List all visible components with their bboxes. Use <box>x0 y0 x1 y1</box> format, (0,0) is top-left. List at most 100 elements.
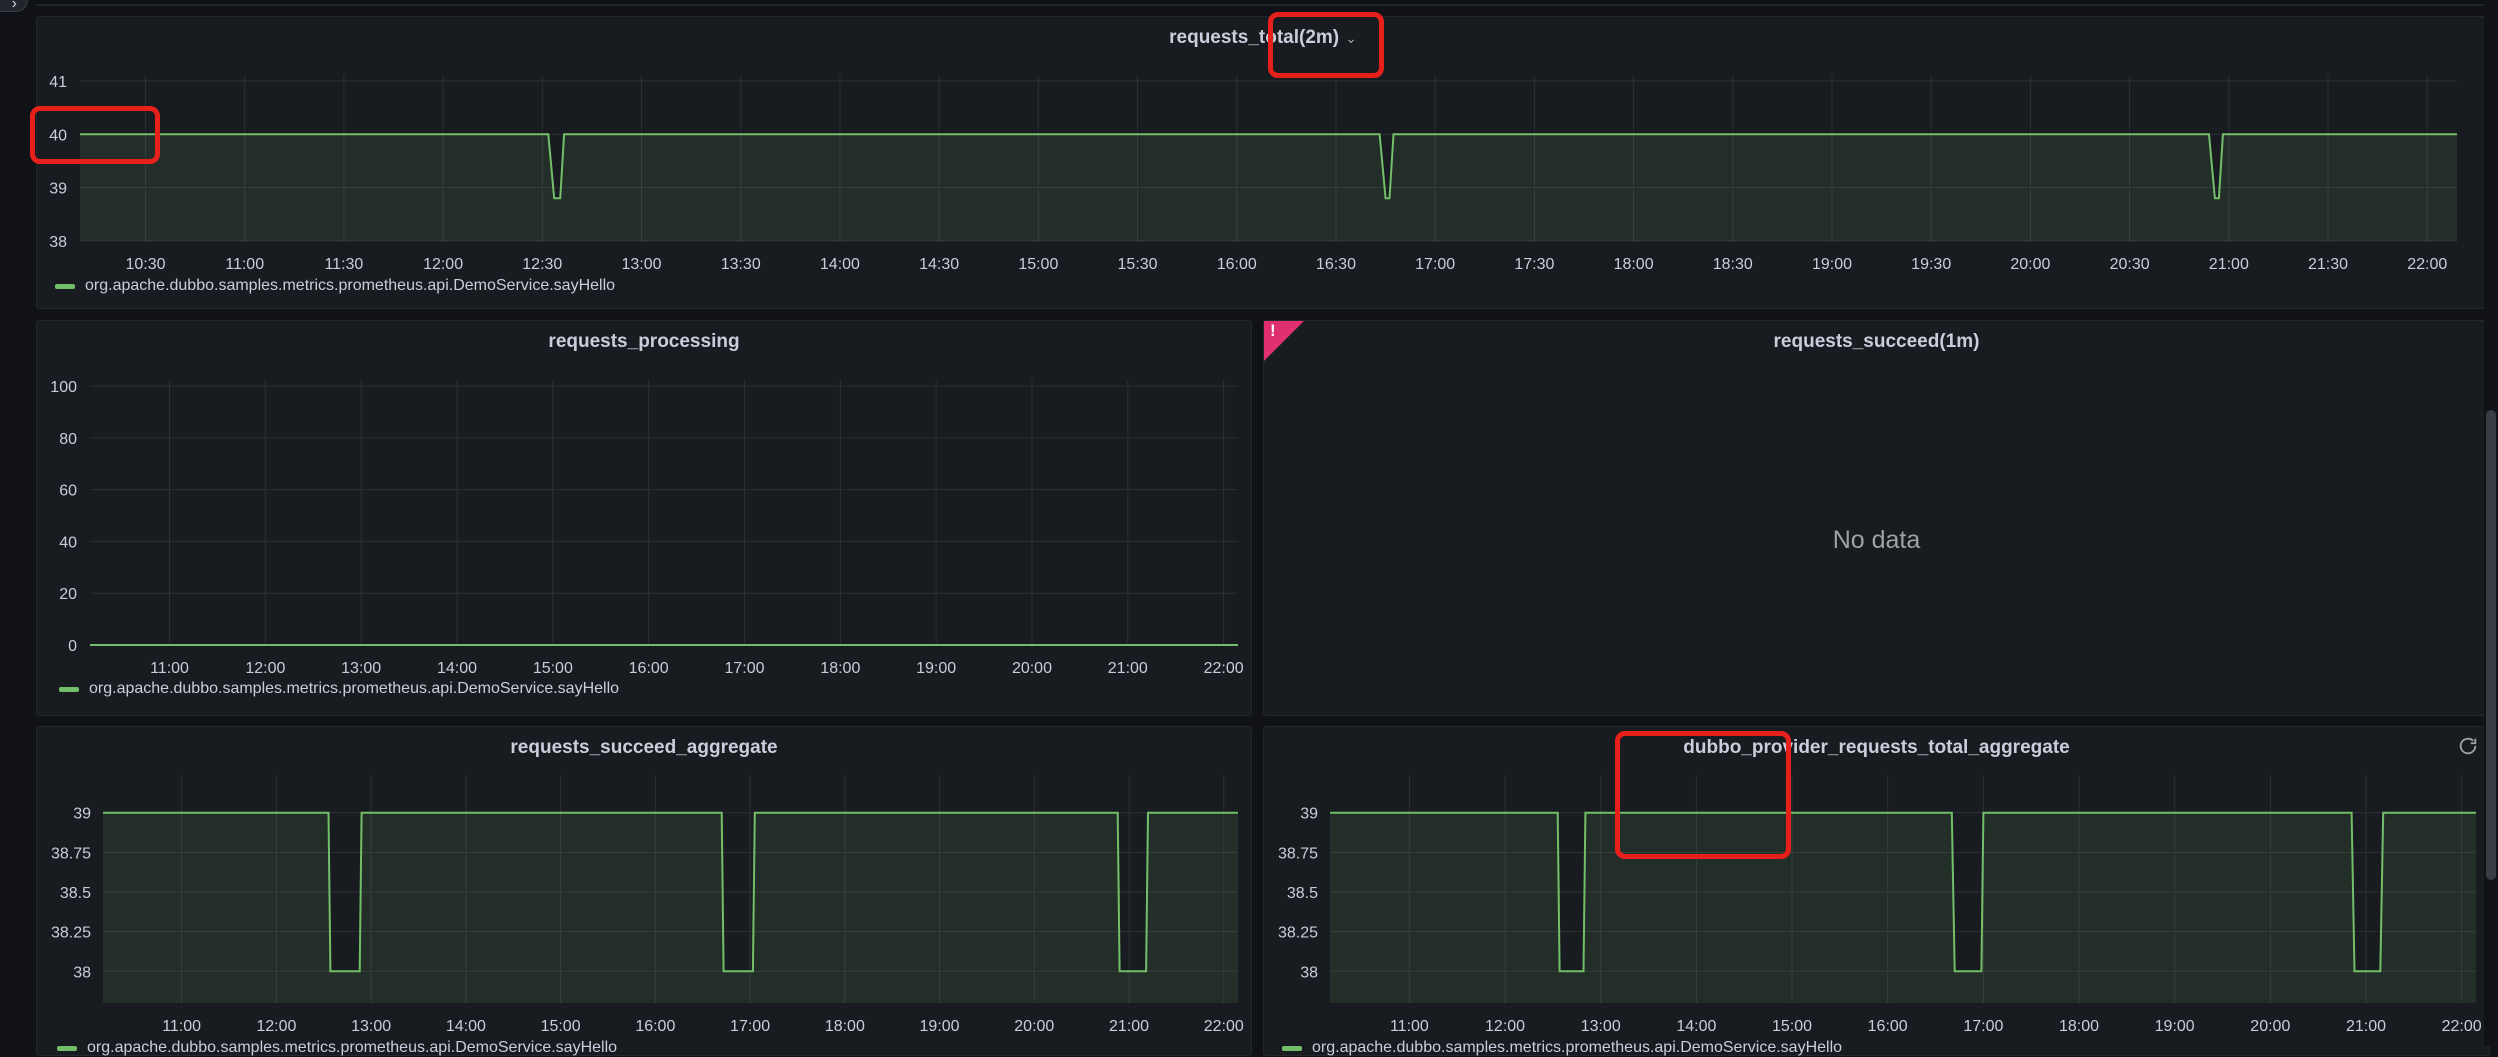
x-tick-label: 19:00 <box>2155 1018 2195 1035</box>
x-tick-label: 16:00 <box>635 1018 675 1035</box>
scrollbar[interactable] <box>2484 0 2498 1046</box>
y-tick-label: 38 <box>1300 964 1318 981</box>
x-tick-label: 16:30 <box>1316 256 1356 273</box>
y-tick-label: 38.25 <box>1278 925 1318 942</box>
y-tick-label: 38 <box>49 234 67 251</box>
y-tick-label: 80 <box>59 431 77 448</box>
panel-requests-succeed-aggregate: requests_succeed_aggregate 39 38.75 38.5 38… <box>36 726 1252 1056</box>
x-tick-label: 20:00 <box>2250 1018 2290 1035</box>
x-tick-label: 19:00 <box>1812 256 1852 273</box>
no-data-message: No data <box>1832 526 1921 554</box>
x-tick-label: 10:30 <box>125 256 165 273</box>
x-tick-label: 21:00 <box>2346 1018 2386 1035</box>
x-tick-label: 22:00 <box>2442 1018 2482 1035</box>
y-tick-label: 38.25 <box>51 925 91 942</box>
x-tick-label: 21:00 <box>2209 256 2249 273</box>
x-tick-label: 17:00 <box>730 1018 770 1035</box>
y-tick-label: 38 <box>73 964 91 981</box>
panel-requests-total: requests_total(2m) ⌄ 41 40 39 38 10:30 11:00 11… <box>36 16 2490 309</box>
x-tick-label: 12:00 <box>256 1018 296 1035</box>
y-tick-label: 38.5 <box>60 885 91 902</box>
scrollbar-thumb[interactable] <box>2486 410 2496 880</box>
x-tick-label: 16:00 <box>629 660 669 677</box>
x-tick-label: 18:00 <box>825 1018 865 1035</box>
y-tick-label: 0 <box>68 638 77 655</box>
y-tick-label: 38.75 <box>1278 845 1318 862</box>
x-tick-label: 17:00 <box>1415 256 1455 273</box>
legend-label: org.apache.dubbo.samples.metrics.prometh… <box>89 680 620 697</box>
y-tick-label: 41 <box>49 74 67 91</box>
legend-label: org.apache.dubbo.samples.metrics.prometh… <box>87 1039 618 1056</box>
x-tick-label: 17:30 <box>1514 256 1554 273</box>
y-tick-label: 39 <box>1300 806 1318 823</box>
y-tick-label: 38.75 <box>51 845 91 862</box>
x-tick-label: 18:00 <box>820 660 860 677</box>
x-tick-label: 21:30 <box>2308 256 2348 273</box>
legend-item[interactable]: org.apache.dubbo.samples.metrics.prometh… <box>57 1039 617 1057</box>
x-tick-label: 17:00 <box>724 660 764 677</box>
sidebar-expand-button[interactable]: › <box>0 0 28 12</box>
x-tick-label: 13:00 <box>351 1018 391 1035</box>
x-tick-label: 20:00 <box>1014 1018 1054 1035</box>
y-tick-label: 100 <box>50 379 77 396</box>
panel-requests-processing: requests_processing 100 80 60 40 20 0 11:00 12:… <box>36 320 1252 716</box>
y-tick-label: 39 <box>49 181 67 198</box>
x-tick-label: 13:30 <box>721 256 761 273</box>
x-tick-label: 19:00 <box>920 1018 960 1035</box>
x-tick-label: 15:30 <box>1118 256 1158 273</box>
legend-label: org.apache.dubbo.samples.metrics.prometh… <box>1312 1039 1843 1056</box>
y-tick-label: 39 <box>73 806 91 823</box>
legend-color-swatch <box>55 283 75 289</box>
legend-label: org.apache.dubbo.samples.metrics.prometh… <box>85 277 616 294</box>
x-tick-label: 19:00 <box>916 660 956 677</box>
x-tick-label: 22:00 <box>2407 256 2447 273</box>
x-tick-label: 11:30 <box>324 256 363 273</box>
legend-color-swatch <box>1282 1045 1302 1051</box>
y-tick-label: 40 <box>59 534 77 551</box>
legend-item[interactable]: org.apache.dubbo.samples.metrics.prometh… <box>55 277 615 295</box>
x-tick-label: 13:00 <box>1581 1018 1621 1035</box>
panel-provider-requests-total-aggregate: dubbo_provider_requests_total_aggregate … <box>1263 726 2490 1056</box>
x-tick-label: 21:00 <box>1108 660 1148 677</box>
chart-requests-processing[interactable]: 100 80 60 40 20 0 11:00 12:00 13:00 14:00 15:00 16:… <box>37 321 1253 717</box>
x-tick-label: 12:00 <box>1485 1018 1525 1035</box>
x-tick-label: 15:00 <box>1772 1018 1812 1035</box>
x-tick-label: 18:00 <box>2059 1018 2099 1035</box>
legend-item[interactable]: org.apache.dubbo.samples.metrics.prometh… <box>1282 1039 1842 1057</box>
annotation-box-title <box>1268 12 1384 78</box>
x-tick-label: 14:00 <box>437 660 477 677</box>
top-divider <box>36 4 2490 6</box>
series-area <box>80 134 2457 241</box>
x-tick-label: 13:00 <box>621 256 661 273</box>
x-tick-label: 16:00 <box>1217 256 1257 273</box>
x-tick-label: 15:00 <box>533 660 573 677</box>
x-tick-label: 14:00 <box>820 256 860 273</box>
annotation-box-panel <box>1615 731 1791 859</box>
legend-item[interactable]: org.apache.dubbo.samples.metrics.prometh… <box>59 680 619 698</box>
y-tick-label: 60 <box>59 483 77 500</box>
x-tick-label: 13:00 <box>341 660 381 677</box>
x-tick-label: 19:30 <box>1911 256 1951 273</box>
x-tick-label: 22:00 <box>1204 660 1244 677</box>
x-tick-label: 18:30 <box>1713 256 1753 273</box>
x-tick-label: 15:00 <box>541 1018 581 1035</box>
x-tick-label: 20:00 <box>2010 256 2050 273</box>
x-tick-label: 11:00 <box>225 256 264 273</box>
x-tick-label: 12:30 <box>522 256 562 273</box>
x-tick-label: 15:00 <box>1018 256 1058 273</box>
x-tick-label: 18:00 <box>1614 256 1654 273</box>
annotation-box-y-value <box>30 106 160 164</box>
x-tick-label: 14:00 <box>1676 1018 1716 1035</box>
chart-requests-succeed-aggregate[interactable]: 39 38.75 38.5 38.25 38 11:00 12:00 13:00 14:00 15… <box>37 727 1253 1057</box>
x-tick-label: 12:00 <box>423 256 463 273</box>
x-tick-label: 11:00 <box>1390 1018 1429 1035</box>
x-tick-label: 14:30 <box>919 256 959 273</box>
legend-color-swatch <box>57 1045 77 1051</box>
y-tick-label: 38.5 <box>1287 885 1318 902</box>
panel-title-requests-succeed[interactable]: requests_succeed(1m) <box>1264 331 2489 353</box>
x-tick-label: 17:00 <box>1963 1018 2003 1035</box>
chart-provider-requests-total-aggregate[interactable]: 39 38.75 38.5 38.25 38 11:00 12:00 13:00 14:00 15… <box>1264 727 2491 1057</box>
x-tick-label: 20:30 <box>2110 256 2150 273</box>
legend-color-swatch <box>59 686 79 692</box>
chart-requests-total[interactable]: 4140393810:30 11:00 11:30 12:00 12:30 13:00 13… <box>37 17 2491 310</box>
